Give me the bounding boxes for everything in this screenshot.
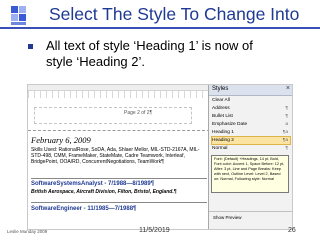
style-item-heading-1[interactable]: Heading 1 ¶a [212, 129, 290, 136]
style-item-normal[interactable]: Normal ¶ [212, 145, 290, 152]
styles-pane-header: Styles × [209, 85, 292, 96]
style-item-label: Heading 1 [212, 130, 234, 135]
company-line: British Aerospace, Aircraft Division, Fi… [31, 189, 177, 195]
styles-pane: Styles × Clear All Address ¶ Bullet List… [208, 85, 292, 229]
footer-author: Leslie Munday 2009 [7, 229, 48, 234]
word-screenshot: Page 2 of 2¶ February 6, 2009 Skills Use… [27, 84, 293, 230]
paragraph-mark-icon: ¶ [285, 106, 288, 111]
slide-title: Select The Style To Change Into [49, 4, 300, 24]
skills-paragraph: Skills Used: RationalRose, SoDA, Ada, Sh… [31, 147, 200, 165]
resume-date-line: February 6, 2009 [31, 135, 91, 145]
style-item-label: Emphasize Date [212, 122, 248, 127]
style-item-label: Address [212, 106, 230, 111]
page-header-box [34, 107, 192, 124]
style-description-tooltip: Font: (Default) +Headings, 14 pt, Bold, … [211, 155, 289, 193]
character-style-icon: a [285, 122, 288, 127]
job-heading-1: SoftwareSystemsAnalyst - 7/1988—8/1989¶ [31, 181, 155, 187]
footer-date: 11/5/2019 [139, 227, 170, 234]
header-separator [28, 130, 210, 131]
style-item-heading-2[interactable]: Heading 2 ¶a [211, 136, 291, 145]
style-item-label: Bullet List [212, 114, 233, 119]
style-item-clear-all[interactable]: Clear All [212, 97, 290, 104]
bullet-text: All text of style ‘Heading 1’ is now of … [46, 38, 253, 69]
presentation-logo-icon [11, 6, 26, 25]
section-rule [31, 178, 207, 179]
styles-pane-title: Styles [212, 86, 229, 92]
styles-pane-footer [209, 211, 292, 229]
slide-number: 26 [288, 227, 296, 234]
bullet-square-icon [28, 44, 33, 49]
page-number-label: Page 2 of 2¶ [124, 110, 153, 116]
linked-style-icon: ¶a [282, 130, 288, 135]
show-preview-checkbox[interactable]: Show Preview [213, 215, 242, 220]
close-icon[interactable]: × [286, 85, 290, 92]
style-item-label: Clear All [212, 98, 230, 103]
style-item-emphasize-date[interactable]: Emphasize Date a [212, 121, 290, 128]
style-item-bullet-list[interactable]: Bullet List ¶ [212, 113, 290, 120]
section-rule [31, 202, 207, 203]
style-item-label: Normal [212, 146, 228, 151]
paragraph-mark-icon: ¶ [285, 114, 288, 119]
job-heading-2: SoftwareEngineer - 11/1985—7/1988¶ [31, 206, 137, 212]
linked-style-icon: ¶a [282, 138, 288, 143]
style-item-address[interactable]: Address ¶ [212, 105, 290, 112]
title-divider [0, 27, 320, 29]
paragraph-mark-icon: ¶ [285, 146, 288, 151]
style-item-label: Heading 2 [212, 138, 234, 143]
